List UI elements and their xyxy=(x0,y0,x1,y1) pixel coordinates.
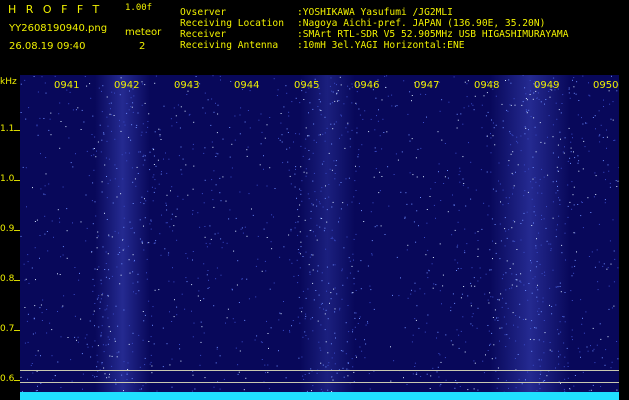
y-tick-label: 1.1 xyxy=(0,124,15,134)
time-label: 0943 xyxy=(174,80,200,91)
antenna-label: Receiving Antenna xyxy=(180,40,279,51)
app-name: HROFFT xyxy=(8,3,109,16)
location-label: Receiving Location xyxy=(180,18,284,29)
y-tick-label: 0.8 xyxy=(0,274,15,284)
time-label: 0947 xyxy=(414,80,440,91)
image-filename: YY2608190940.png xyxy=(9,23,108,34)
y-tick-label: 0.6 xyxy=(0,374,15,384)
frequency-unit: kHz xyxy=(0,77,17,87)
time-label: 0948 xyxy=(474,80,500,91)
app-version: 1.00f xyxy=(125,3,153,13)
time-label: 0945 xyxy=(294,80,320,91)
time-label: 0942 xyxy=(114,80,140,91)
antenna-value: :10mH 3el.YAGI Horizontal:ENE xyxy=(297,40,465,51)
time-label: 0946 xyxy=(354,80,380,91)
noise-floor xyxy=(20,392,619,400)
meteor-count: 2 xyxy=(139,41,146,52)
frequency-axis: kHz 1.1 1.0 0.9 0.8 0.7 0.6 xyxy=(0,75,20,400)
time-label: 0950 xyxy=(593,80,619,91)
location-value: :Nagoya Aichi-pref. JAPAN (136.90E, 35.2… xyxy=(297,18,546,29)
receiver-label: Receiver xyxy=(180,29,227,40)
observer-label: Ovserver xyxy=(180,7,227,18)
time-label: 0941 xyxy=(54,80,80,91)
y-tick-label: 0.7 xyxy=(0,324,15,334)
meteor-label: meteor xyxy=(125,27,162,38)
time-label: 0949 xyxy=(534,80,560,91)
time-label: 0944 xyxy=(234,80,260,91)
y-tick-label: 1.0 xyxy=(0,174,15,184)
recording-datetime: 26.08.19 09:40 xyxy=(9,41,86,52)
spectrogram-plot xyxy=(20,75,619,400)
y-tick-label: 0.9 xyxy=(0,224,15,234)
observer-value: :YOSHIKAWA Yasufumi /JG2MLI xyxy=(297,7,453,18)
header-panel: HROFFT 1.00f YY2608190940.png 26.08.19 0… xyxy=(0,0,629,72)
receiver-value: :SMArt RTL-SDR V5 52.905MHz USB HIGASHIM… xyxy=(297,29,569,40)
reference-line xyxy=(20,370,619,371)
reference-line xyxy=(20,382,619,383)
